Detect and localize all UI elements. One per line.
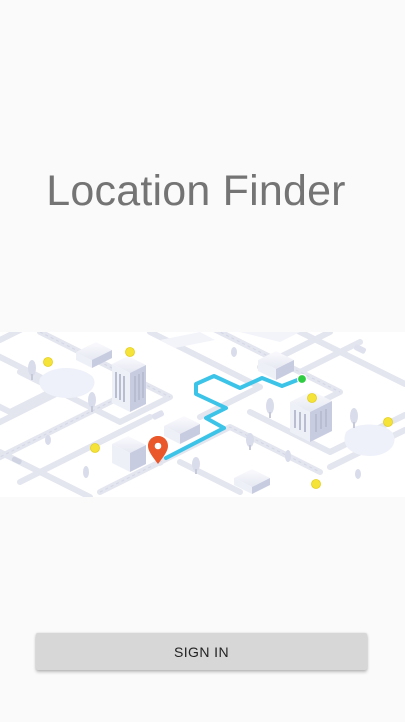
pond-left: [39, 368, 95, 398]
city-map-illustration: [0, 332, 405, 497]
origin-dot: [296, 373, 308, 385]
app-title: Location Finder: [46, 167, 346, 215]
sign-in-button[interactable]: SIGN IN: [36, 633, 367, 670]
pond-right: [344, 424, 395, 456]
